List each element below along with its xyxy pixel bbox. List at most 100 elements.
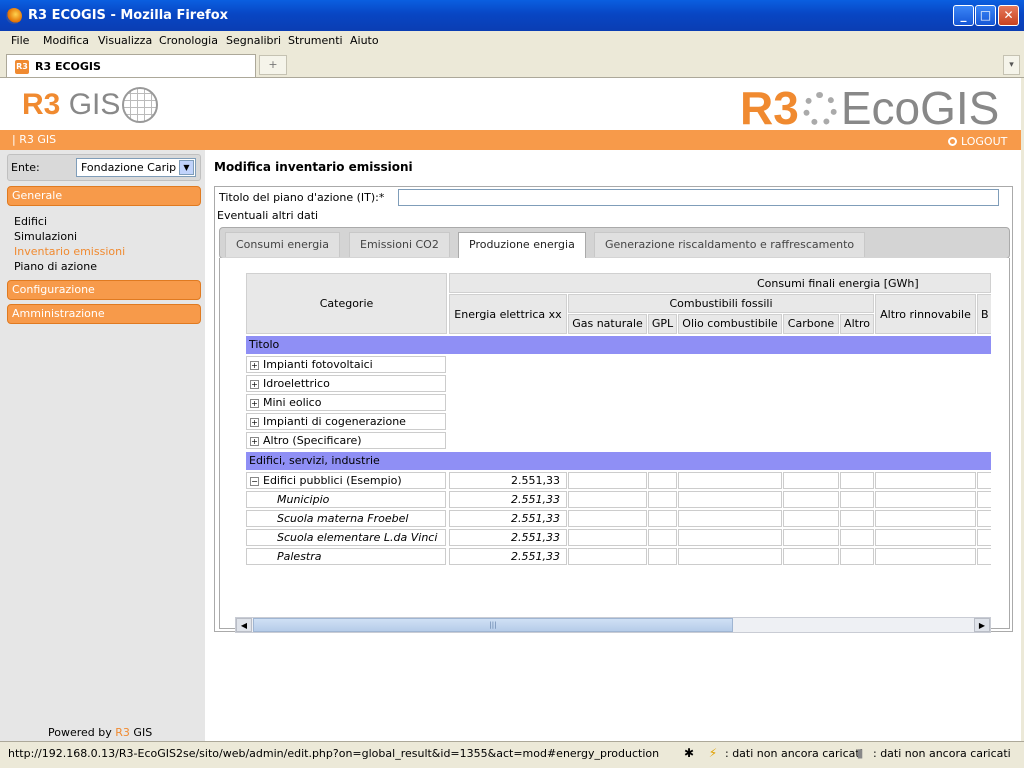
r3gis-logo[interactable]: R3 GIS — [22, 88, 120, 122]
empty-cell[interactable] — [568, 491, 647, 508]
tab-produzione-energia[interactable]: Produzione energia — [458, 232, 586, 259]
header-gpl[interactable]: GPL — [648, 314, 677, 334]
energia-elettrica-cell[interactable]: 2.551,33 — [449, 510, 567, 527]
empty-cell[interactable] — [783, 529, 839, 546]
titolo-input[interactable] — [398, 189, 999, 206]
empty-cell[interactable] — [678, 491, 782, 508]
sidebar-item-simulazioni[interactable]: Simulazioni — [14, 230, 77, 243]
tab-emissioni-co2[interactable]: Emissioni CO2 — [349, 232, 450, 257]
header-altro-rinnovabile[interactable]: Altro rinnovabile — [875, 294, 976, 334]
collapse-icon[interactable]: − — [250, 477, 259, 486]
empty-cell[interactable] — [840, 548, 874, 565]
tree-row[interactable]: + Altro (Specificare) — [246, 432, 446, 449]
tree-row-child[interactable]: Municipio — [246, 491, 446, 508]
empty-cell[interactable] — [648, 529, 677, 546]
expand-icon[interactable]: + — [250, 399, 259, 408]
empty-cell[interactable] — [875, 548, 976, 565]
empty-cell[interactable] — [678, 472, 782, 489]
empty-cell[interactable] — [840, 472, 874, 489]
menu-strumenti[interactable]: Strumenti — [288, 34, 343, 47]
empty-cell[interactable] — [875, 529, 976, 546]
header-gas-naturale[interactable]: Gas naturale — [568, 314, 647, 334]
empty-cell[interactable] — [783, 472, 839, 489]
empty-cell[interactable] — [783, 510, 839, 527]
menu-aiuto[interactable]: Aiuto — [350, 34, 379, 47]
expand-icon[interactable]: + — [250, 418, 259, 427]
tree-row-child[interactable]: Scuola elementare L.da Vinci — [246, 529, 446, 546]
empty-cell[interactable] — [648, 472, 677, 489]
header-b[interactable]: B — [977, 294, 991, 334]
empty-cell[interactable] — [875, 491, 976, 508]
chevron-down-icon[interactable]: ▼ — [179, 160, 194, 175]
empty-cell[interactable] — [678, 510, 782, 527]
lightning-icon[interactable]: ⚡ — [705, 745, 721, 761]
section-amministrazione[interactable]: Amministrazione — [7, 304, 201, 324]
header-carbone[interactable]: Carbone — [783, 314, 839, 334]
empty-cell[interactable] — [648, 491, 677, 508]
energia-elettrica-cell[interactable]: 2.551,33 — [449, 472, 567, 489]
empty-cell[interactable] — [875, 472, 976, 489]
empty-cell[interactable] — [678, 529, 782, 546]
expand-icon[interactable]: + — [250, 437, 259, 446]
empty-cell[interactable] — [977, 510, 991, 527]
sidebar-item-piano-di-azione[interactable]: Piano di azione — [14, 260, 97, 273]
empty-cell[interactable] — [977, 472, 991, 489]
new-tab-button[interactable]: + — [259, 55, 287, 75]
expand-icon[interactable]: + — [250, 361, 259, 370]
tab-list-dropdown-icon[interactable]: ▾ — [1003, 55, 1020, 75]
tree-row[interactable]: + Impianti fotovoltaici — [246, 356, 446, 373]
energia-elettrica-cell[interactable]: 2.551,33 — [449, 548, 567, 565]
empty-cell[interactable] — [840, 529, 874, 546]
empty-cell[interactable] — [840, 510, 874, 527]
empty-cell[interactable] — [648, 510, 677, 527]
empty-cell[interactable] — [875, 510, 976, 527]
empty-cell[interactable] — [977, 529, 991, 546]
breadcrumb[interactable]: | R3 GIS — [12, 133, 56, 146]
scroll-left-icon[interactable]: ◀ — [236, 618, 252, 632]
empty-cell[interactable] — [568, 510, 647, 527]
menu-file[interactable]: File — [11, 34, 29, 47]
empty-cell[interactable] — [977, 548, 991, 565]
menu-cronologia[interactable]: Cronologia — [159, 34, 218, 47]
empty-cell[interactable] — [568, 529, 647, 546]
tab-consumi-energia[interactable]: Consumi energia — [225, 232, 340, 257]
scroll-right-icon[interactable]: ▶ — [974, 618, 990, 632]
section-generale[interactable]: Generale — [7, 186, 201, 206]
empty-cell[interactable] — [783, 548, 839, 565]
tree-row[interactable]: + Impianti di cogenerazione — [246, 413, 446, 430]
tree-row-child[interactable]: Scuola materna Froebel — [246, 510, 446, 527]
energia-elettrica-cell[interactable]: 2.551,33 — [449, 491, 567, 508]
sidebar-item-edifici[interactable]: Edifici — [14, 215, 47, 228]
horizontal-scrollbar[interactable]: ◀ ||| ▶ — [235, 617, 991, 633]
energia-elettrica-cell[interactable]: 2.551,33 — [449, 529, 567, 546]
expand-icon[interactable]: + — [250, 380, 259, 389]
menu-segnalibri[interactable]: Segnalibri — [226, 34, 281, 47]
bug-icon[interactable]: ✱ — [681, 745, 697, 761]
scroll-thumb[interactable]: ||| — [253, 618, 733, 632]
empty-cell[interactable] — [648, 548, 677, 565]
tree-row-child[interactable]: Palestra — [246, 548, 446, 565]
header-categorie[interactable]: Categorie — [246, 273, 447, 334]
empty-cell[interactable] — [568, 548, 647, 565]
tab-generazione-riscaldamento[interactable]: Generazione riscaldamento e raffrescamen… — [594, 232, 866, 257]
menu-visualizza[interactable]: Visualizza — [98, 34, 152, 47]
tree-row[interactable]: + Mini eolico — [246, 394, 446, 411]
empty-cell[interactable] — [678, 548, 782, 565]
browser-tab[interactable]: R3 R3 ECOGIS — [6, 54, 256, 77]
minimize-button[interactable]: _ — [953, 5, 974, 26]
empty-cell[interactable] — [977, 491, 991, 508]
tree-row[interactable]: + Idroelettrico — [246, 375, 446, 392]
empty-cell[interactable] — [783, 491, 839, 508]
header-energia-elettrica[interactable]: Energia elettrica xx — [449, 294, 567, 334]
sidebar-item-inventario-emissioni[interactable]: Inventario emissioni — [14, 245, 125, 258]
maximize-button[interactable]: □ — [975, 5, 996, 26]
tree-row-parent[interactable]: − Edifici pubblici (Esempio) — [246, 472, 446, 489]
header-olio-combustibile[interactable]: Olio combustibile — [678, 314, 782, 334]
database-icon[interactable]: ▮ — [852, 745, 868, 761]
section-configurazione[interactable]: Configurazione — [7, 280, 201, 300]
logout-link[interactable]: LOGOUT — [948, 135, 1007, 148]
empty-cell[interactable] — [568, 472, 647, 489]
close-button[interactable]: ✕ — [998, 5, 1019, 26]
ente-select[interactable]: Fondazione Carip ▼ — [76, 158, 196, 177]
header-altro[interactable]: Altro — [840, 314, 874, 334]
